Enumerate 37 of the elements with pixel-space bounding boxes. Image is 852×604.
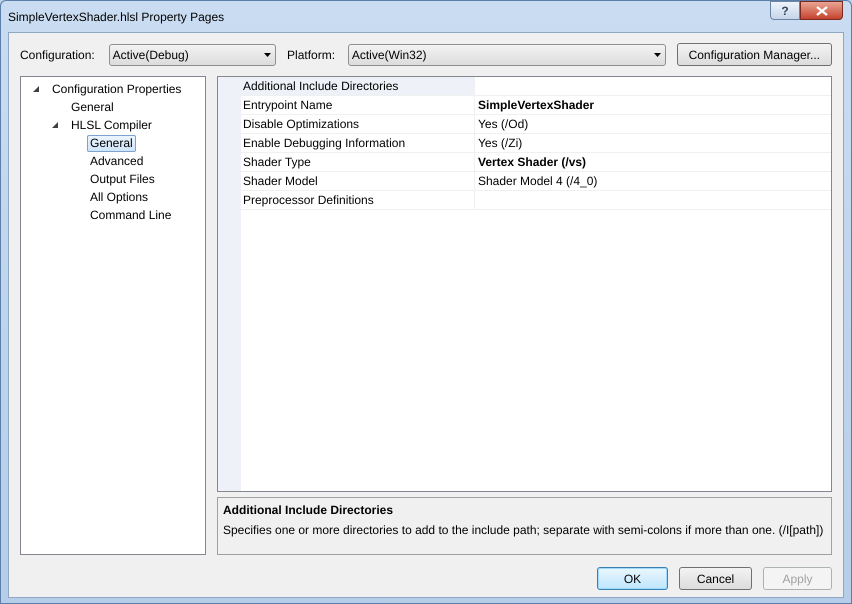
property-value[interactable]: Yes (/Zi)	[475, 134, 831, 152]
tree-item[interactable]: General	[68, 100, 117, 114]
platform-dropdown[interactable]: Active(Win32)	[348, 44, 666, 66]
tree-item[interactable]: All Options	[87, 190, 152, 204]
window-title: SimpleVertexShader.hlsl Property Pages	[8, 9, 224, 26]
dialog-button[interactable]: Cancel	[679, 567, 752, 590]
tree-item[interactable]: HLSL Compiler	[68, 118, 155, 132]
dialog-button[interactable]: OK	[597, 567, 668, 590]
help-button[interactable]: ?	[770, 1, 800, 20]
property-name[interactable]: Enable Debugging Information	[241, 134, 475, 152]
property-value[interactable]: Yes (/Od)	[475, 115, 831, 133]
property-name[interactable]: Additional Include Directories	[241, 77, 475, 95]
dropdown-arrow-icon	[654, 52, 661, 56]
configuration-label: Configuration:	[20, 46, 96, 64]
expanded-arrow-icon[interactable]	[33, 86, 39, 92]
property-name[interactable]: Shader Type	[241, 153, 475, 171]
dropdown-arrow-icon	[264, 52, 272, 56]
property-value[interactable]: Shader Model 4 (/4_0)	[475, 172, 831, 190]
property-name[interactable]: Preprocessor Definitions	[241, 191, 475, 209]
property-value[interactable]: Vertex Shader (/vs)	[475, 153, 831, 171]
tree-item[interactable]: Configuration Properties	[49, 82, 184, 96]
property-name[interactable]: Disable Optimizations	[241, 115, 475, 133]
property-name[interactable]: Entrypoint Name	[241, 96, 475, 114]
tree-item[interactable]: Output Files	[87, 172, 158, 186]
tree-item[interactable]: Command Line	[87, 208, 174, 222]
description-title: Additional Include Directories	[223, 502, 394, 519]
tree-item[interactable]: General	[87, 134, 136, 152]
configuration-dropdown[interactable]: Active(Debug)	[108, 44, 276, 66]
expanded-arrow-icon[interactable]	[52, 122, 58, 128]
description-text: Specifies one or more directories to add to the include path; separate with semi-colons if more than one. (/I[path])	[223, 522, 824, 539]
configuration-manager-button[interactable]: Configuration Manager...	[676, 43, 832, 66]
property-name[interactable]: Shader Model	[241, 172, 475, 190]
tree-item[interactable]: Advanced	[87, 154, 146, 168]
platform-label: Platform:	[287, 46, 336, 64]
property-value[interactable]: SimpleVertexShader	[475, 96, 831, 114]
close-button[interactable]	[800, 1, 843, 20]
close-icon	[816, 6, 828, 16]
